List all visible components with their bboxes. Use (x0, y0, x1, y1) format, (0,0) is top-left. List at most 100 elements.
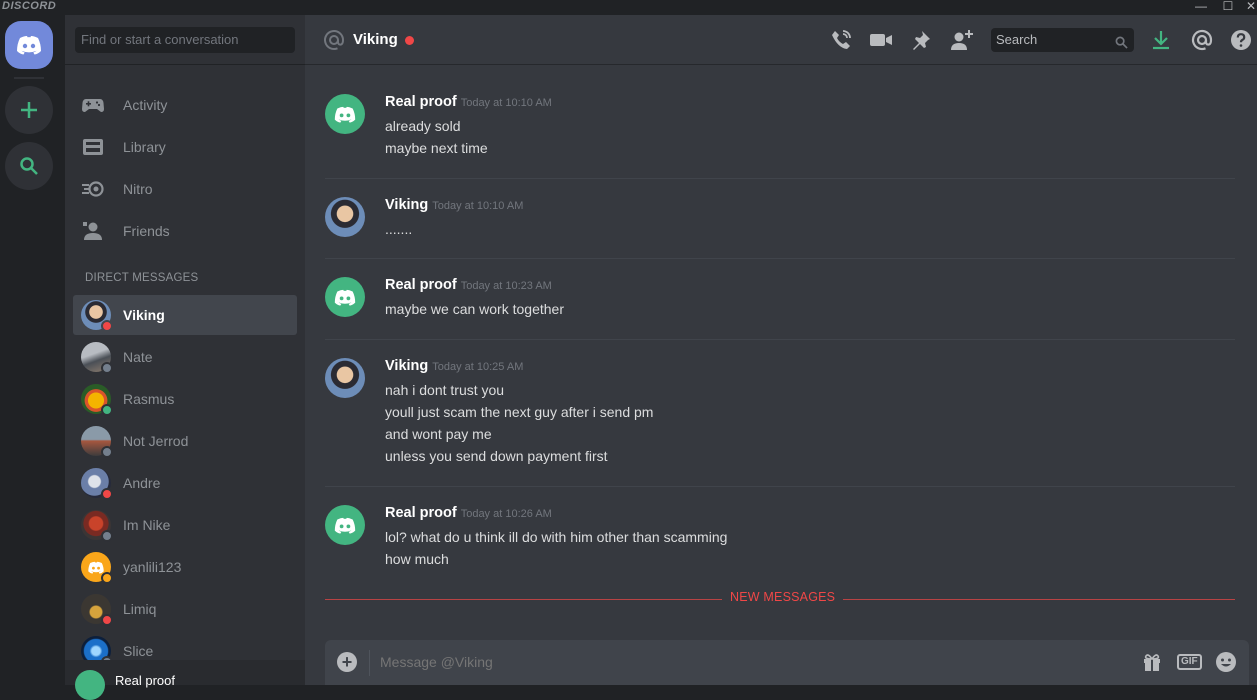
video-call-button[interactable] (869, 28, 893, 52)
mentions-button[interactable] (1190, 28, 1214, 52)
status-dnd-icon (101, 488, 113, 500)
dm-name: Slice (123, 643, 154, 659)
message-line: maybe we can work together (385, 301, 564, 317)
add-friend-to-dm-button[interactable] (950, 28, 974, 52)
gift-button[interactable] (1142, 651, 1162, 673)
close-button[interactable]: ✕ (1240, 0, 1257, 15)
avatar[interactable] (325, 505, 365, 545)
message-composer: + GIF (325, 640, 1249, 685)
nav-library[interactable]: Library (73, 127, 297, 167)
user-name: Real proof (115, 673, 175, 688)
help-button[interactable] (1229, 28, 1253, 52)
avatar (81, 552, 113, 584)
message-timestamp: Today at 10:10 AM (432, 200, 524, 212)
dm-item-limiq[interactable]: Limiq (73, 589, 297, 629)
message-author[interactable]: Real proof Today at 10:10 AM (385, 94, 552, 110)
add-server-button[interactable] (5, 86, 53, 134)
message-line: youll just scam the next guy after i sen… (385, 404, 654, 420)
status-offline-icon (101, 362, 113, 374)
dm-item-yanlili123[interactable]: yanlili123 (73, 547, 297, 587)
message-author[interactable]: Real proof Today at 10:23 AM (385, 277, 552, 293)
message-divider (325, 258, 1235, 259)
message-author[interactable]: Real proof Today at 10:26 AM (385, 505, 552, 521)
user-avatar[interactable] (75, 670, 105, 700)
add-user-icon (951, 30, 973, 50)
pinned-messages-button[interactable] (909, 28, 933, 52)
at-icon (1191, 29, 1213, 51)
avatar (81, 468, 113, 500)
nav-nitro[interactable]: Nitro (73, 169, 297, 209)
title-bar: DISCORD — ☐ ✕ (0, 0, 1257, 15)
dm-item-andre[interactable]: Andre (73, 463, 297, 503)
upload-button[interactable]: + (337, 652, 357, 672)
dm-name: Limiq (123, 601, 157, 617)
discord-wordmark: DISCORD (2, 0, 57, 12)
message-author[interactable]: Viking Today at 10:25 AM (385, 358, 523, 374)
explore-servers-button[interactable] (5, 142, 53, 190)
dm-name: Viking (123, 307, 165, 323)
avatar[interactable] (325, 358, 365, 398)
avatar (81, 594, 113, 626)
maximize-button[interactable]: ☐ (1217, 0, 1239, 15)
find-conversation-input[interactable]: Find or start a conversation (75, 27, 295, 53)
author-name[interactable]: Real proof (385, 94, 457, 110)
voice-call-button[interactable] (829, 28, 853, 52)
avatar (81, 342, 113, 374)
gift-icon (1144, 654, 1160, 671)
message-timestamp: Today at 10:10 AM (460, 97, 552, 109)
avatar[interactable] (325, 277, 365, 317)
direct-messages-header: DIRECT MESSAGES (85, 272, 199, 284)
author-name[interactable]: Viking (385, 197, 428, 213)
nav-activity-label: Activity (123, 97, 168, 113)
message-line: how much (385, 551, 449, 567)
channel-name: Viking (353, 31, 398, 48)
minimize-button[interactable]: — (1190, 0, 1212, 15)
message-line: and wont pay me (385, 426, 492, 442)
author-name[interactable]: Real proof (385, 277, 457, 293)
discord-logo-icon (334, 517, 356, 534)
at-icon (323, 29, 345, 56)
search-input[interactable]: Search (991, 28, 1134, 52)
gamepad-icon (81, 93, 105, 117)
search-icon (20, 157, 38, 175)
nav-friends[interactable]: Friends (73, 211, 297, 251)
avatar (81, 510, 113, 542)
message-author[interactable]: Viking Today at 10:10 AM (385, 197, 523, 213)
search-icon (1115, 33, 1128, 57)
message-content: ....... (385, 218, 412, 240)
new-messages-label: NEW MESSAGES (722, 590, 844, 604)
avatar[interactable] (325, 197, 365, 237)
download-button[interactable] (1149, 28, 1173, 52)
friends-icon (81, 219, 105, 243)
avatar[interactable] (325, 94, 365, 134)
dm-name: Rasmus (123, 391, 175, 407)
dm-item-not-jerrod[interactable]: Not Jerrod (73, 421, 297, 461)
message-content: lol? what do u think ill do with him oth… (385, 526, 727, 570)
emoji-button[interactable] (1215, 651, 1237, 673)
home-button[interactable] (5, 21, 53, 69)
status-online-icon (101, 404, 113, 416)
phone-call-icon (832, 30, 851, 49)
status-idle-icon (101, 572, 113, 584)
message-input[interactable] (380, 654, 1080, 670)
author-name[interactable]: Viking (385, 358, 428, 374)
sidebar-header-divider (65, 64, 305, 65)
dm-item-viking[interactable]: Viking (73, 295, 297, 335)
chat-panel: Viking Search Real proof Today at 10:10 … (305, 15, 1257, 685)
message-content: already sold maybe next time (385, 115, 488, 159)
download-icon (1153, 31, 1169, 50)
message-line: nah i dont trust you (385, 382, 505, 398)
library-icon (81, 135, 105, 159)
avatar (81, 426, 113, 458)
message-divider (325, 339, 1235, 340)
author-name[interactable]: Real proof (385, 505, 457, 521)
nav-activity[interactable]: Activity (73, 85, 297, 125)
message-timestamp: Today at 10:23 AM (460, 280, 552, 292)
dm-item-nate[interactable]: Nate (73, 337, 297, 377)
nav-friends-label: Friends (123, 223, 170, 239)
user-panel: Real proof (65, 660, 305, 700)
server-rail (0, 15, 65, 685)
gif-button[interactable]: GIF (1177, 651, 1202, 673)
dm-item-im-nike[interactable]: Im Nike (73, 505, 297, 545)
dm-item-rasmus[interactable]: Rasmus (73, 379, 297, 419)
